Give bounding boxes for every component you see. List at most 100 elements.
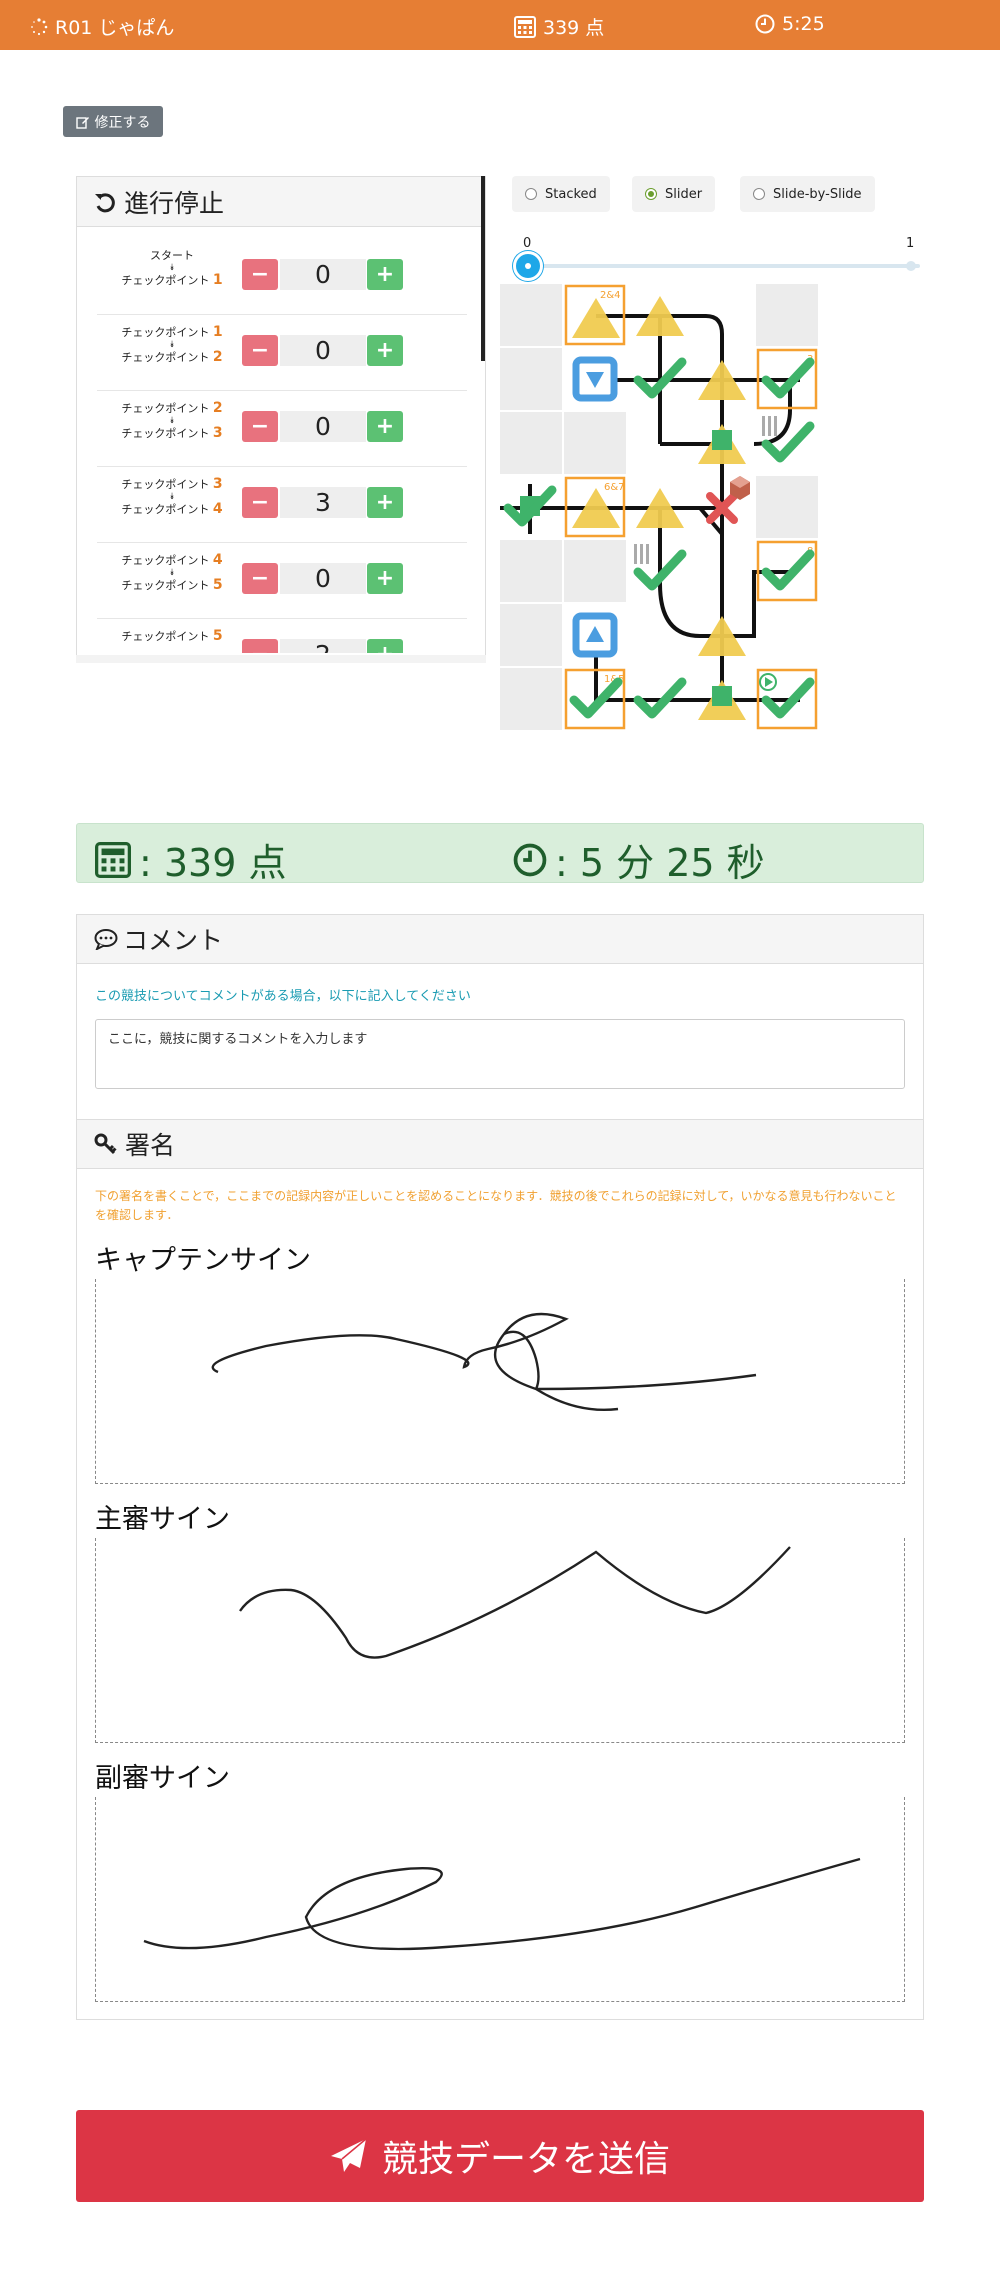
spinner-icon [31, 17, 48, 35]
to-text: チェックポイント [121, 427, 210, 440]
retry-count: 0 [280, 335, 366, 366]
signature-title: 署名 [125, 1131, 176, 1160]
score-text: 339 点 [543, 17, 605, 39]
assistant-referee-signature-pad[interactable] [95, 1797, 905, 2002]
increment-button[interactable]: + [367, 411, 403, 442]
to-text: チェックポイント [121, 503, 210, 516]
increment-button[interactable]: + [367, 563, 403, 594]
view-option-label: Slider [665, 186, 703, 202]
edit-icon [75, 116, 89, 129]
retry-count: 0 [280, 411, 366, 442]
radio-icon [525, 188, 537, 200]
time-indicator: 5:25 [755, 13, 825, 35]
radio-selected-icon [645, 188, 657, 200]
edit-button-label: 修正する [94, 114, 151, 131]
clock-icon [513, 843, 547, 876]
progress-panel-title: 進行停止 [124, 188, 225, 218]
calculator-icon [95, 841, 131, 878]
panel-scrollbar[interactable] [481, 176, 485, 361]
from-text: チェックポイント [121, 630, 210, 643]
comment-title: コメント [123, 926, 224, 955]
from-num: 3 [212, 476, 223, 492]
send-icon [330, 2138, 367, 2172]
slider-max-label: 1 [906, 236, 915, 251]
calculator-icon [514, 15, 536, 38]
panel-horizontal-scrollbar[interactable] [76, 655, 486, 663]
summary-time-text: : 5 分 25 秒 [555, 841, 765, 885]
checkpoint-label: チェックポイント 1 ⯯ チェックポイント 2 [97, 325, 247, 365]
from-text: チェックポイント [121, 402, 210, 415]
comment-textarea[interactable]: ここに，競技に関するコメントを入力します [95, 1019, 905, 1089]
decrement-button[interactable]: − [242, 411, 278, 442]
signature-header: 署名 [77, 1119, 923, 1169]
to-text: チェックポイント [121, 274, 210, 287]
view-option-slide-by-slide[interactable]: Slide-by-Slide [740, 176, 875, 212]
to-text: チェックポイント [121, 351, 210, 364]
view-option-stacked[interactable]: Stacked [512, 176, 610, 212]
checkpoint-row: チェックポイント 2 ⯯ チェックポイント 3 − 0 + [97, 391, 467, 467]
submit-button[interactable]: 競技データを送信 [76, 2110, 924, 2202]
slider-thumb[interactable] [513, 251, 543, 281]
blue-marker-icon [572, 356, 618, 402]
double-arrow-icon: ⯯ [169, 340, 175, 350]
comment-header: コメント [77, 914, 923, 964]
score-summary: : 339 点 : 5 分 25 秒 [76, 823, 924, 885]
from-text: スタート [150, 249, 194, 262]
double-arrow-icon: ⯯ [169, 568, 175, 578]
increment-button[interactable]: + [367, 487, 403, 518]
checkpoint-label: チェックポイント 5 [97, 629, 247, 644]
to-num: 4 [212, 501, 223, 517]
edit-button[interactable]: 修正する [63, 106, 163, 137]
team-indicator: R01 じゃぱん [30, 13, 174, 40]
submit-button-label: 競技データを送信 [381, 2139, 670, 2180]
retry-count: 2 [280, 639, 366, 653]
key-icon [94, 1133, 117, 1155]
from-num: 1 [212, 324, 223, 340]
checkpoint-label: チェックポイント 3 ⯯ チェックポイント 4 [97, 477, 247, 517]
decrement-button[interactable]: − [242, 563, 278, 594]
field-map: 2&4 3 6&7 8 1&5 [500, 284, 818, 730]
from-text: チェックポイント [121, 478, 210, 491]
from-num: 5 [212, 628, 223, 644]
retry-count: 3 [280, 487, 366, 518]
captain-signature-pad[interactable] [95, 1279, 905, 1484]
slider-end-marker [906, 261, 916, 271]
comment-signature-card: コメント この競技についてコメントがある場合，以下に記入してください ここに，競… [76, 914, 924, 2020]
increment-button[interactable]: + [367, 335, 403, 366]
time-text: 5:25 [782, 13, 825, 35]
slider-track[interactable] [528, 264, 920, 268]
to-num: 1 [212, 272, 223, 288]
retry-count: 0 [280, 259, 366, 290]
chief-referee-signature-label: 主審サイン [95, 1504, 230, 1535]
checkpoint-row: スタート ⯯ チェックポイント 1 − 0 + [97, 239, 467, 315]
retry-count: 0 [280, 563, 366, 594]
undo-icon [95, 192, 115, 212]
view-option-slider[interactable]: Slider [632, 176, 716, 212]
from-num: 2 [212, 400, 223, 416]
top-bar: R01 じゃぱん 339 点 5:25 [0, 0, 1000, 50]
checkpoint-row: チェックポイント 1 ⯯ チェックポイント 2 − 0 + [97, 315, 467, 391]
to-num: 5 [212, 577, 223, 593]
checkpoint-label: スタート ⯯ チェックポイント 1 [97, 249, 247, 288]
chief-referee-signature-stroke [239, 1546, 791, 1659]
double-arrow-icon: ⯯ [169, 492, 175, 502]
checkpoint-label: チェックポイント 4 ⯯ チェックポイント 5 [97, 553, 247, 593]
decrement-button[interactable]: − [242, 259, 278, 290]
checkpoint-label: チェックポイント 2 ⯯ チェックポイント 3 [97, 401, 247, 441]
from-text: チェックポイント [121, 554, 210, 567]
summary-time: : 5 分 25 秒 [513, 832, 765, 887]
decrement-button[interactable]: − [242, 639, 278, 653]
decrement-button[interactable]: − [242, 487, 278, 518]
increment-button[interactable]: + [367, 639, 403, 653]
captain-signature-label: キャプテンサイン [95, 1245, 311, 1276]
summary-score-text: : 339 点 [139, 841, 287, 885]
checkpoint-row: チェックポイント 4 ⯯ チェックポイント 5 − 0 + [97, 543, 467, 619]
captain-signature-stroke [211, 1312, 757, 1411]
view-option-label: Slide-by-Slide [773, 186, 862, 202]
increment-button[interactable]: + [367, 259, 403, 290]
assistant-referee-signature-label: 副審サイン [95, 1763, 230, 1794]
decrement-button[interactable]: − [242, 335, 278, 366]
checkpoint-list[interactable]: スタート ⯯ チェックポイント 1 − 0 + チェックポイント 1 ⯯ チェッ… [97, 239, 467, 653]
chief-referee-signature-pad[interactable] [95, 1538, 905, 1743]
signature-hint: 下の署名を書くことで，ここまでの記録内容が正しいことを認めることになります．競技… [95, 1189, 897, 1222]
